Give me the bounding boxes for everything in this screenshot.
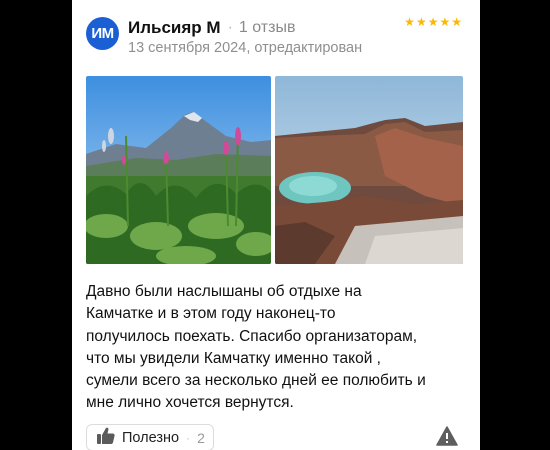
star-icon: ★ bbox=[451, 15, 462, 29]
star-icon: ★ bbox=[415, 15, 427, 29]
review-text-line: сумели всего за несколько дней ее полюби… bbox=[86, 372, 426, 390]
review-text-line: мне лично хочется вернутся. bbox=[86, 394, 294, 412]
thumbs-up-icon bbox=[97, 427, 115, 449]
review-text: Давно были наслышаны об отдыхе на Камчат… bbox=[86, 281, 471, 415]
review-text-line: Камчатке и в этом году наконец-то bbox=[86, 305, 336, 323]
warning-icon[interactable] bbox=[436, 426, 458, 446]
review-text-line: Давно были наслышаны об отдыхе на bbox=[86, 283, 362, 300]
author-row: Ильсияр М · 1 отзыв bbox=[128, 17, 295, 39]
review-photo-1[interactable] bbox=[86, 76, 271, 264]
useful-button[interactable]: Полезно · 2 bbox=[86, 424, 214, 450]
star-icon: ★ bbox=[439, 15, 451, 29]
review-text-line: получилось поехать. Спасибо организатора… bbox=[86, 327, 418, 345]
useful-label: Полезно bbox=[122, 429, 180, 446]
review-text-line: что мы увидели Камчатку именно такой , bbox=[86, 349, 381, 367]
dot-separator: · bbox=[227, 19, 233, 36]
useful-separator: · bbox=[186, 430, 191, 445]
useful-count: 2 bbox=[197, 429, 205, 446]
rating-stars: ★ ★ ★ ★ ★ bbox=[404, 16, 462, 28]
author-name[interactable]: Ильсияр М bbox=[128, 18, 221, 38]
review-date: 13 сентября 2024, отредактирован bbox=[128, 40, 363, 56]
reviews-count: 1 отзыв bbox=[238, 19, 296, 36]
avatar[interactable]: ИМ bbox=[86, 17, 119, 50]
review-card: ИМ Ильсияр М · 1 отзыв ★ ★ ★ ★ ★ 13 сент… bbox=[72, 0, 480, 450]
review-photo-2[interactable] bbox=[275, 76, 463, 264]
star-icon: ★ bbox=[404, 15, 415, 29]
star-icon: ★ bbox=[427, 15, 439, 29]
